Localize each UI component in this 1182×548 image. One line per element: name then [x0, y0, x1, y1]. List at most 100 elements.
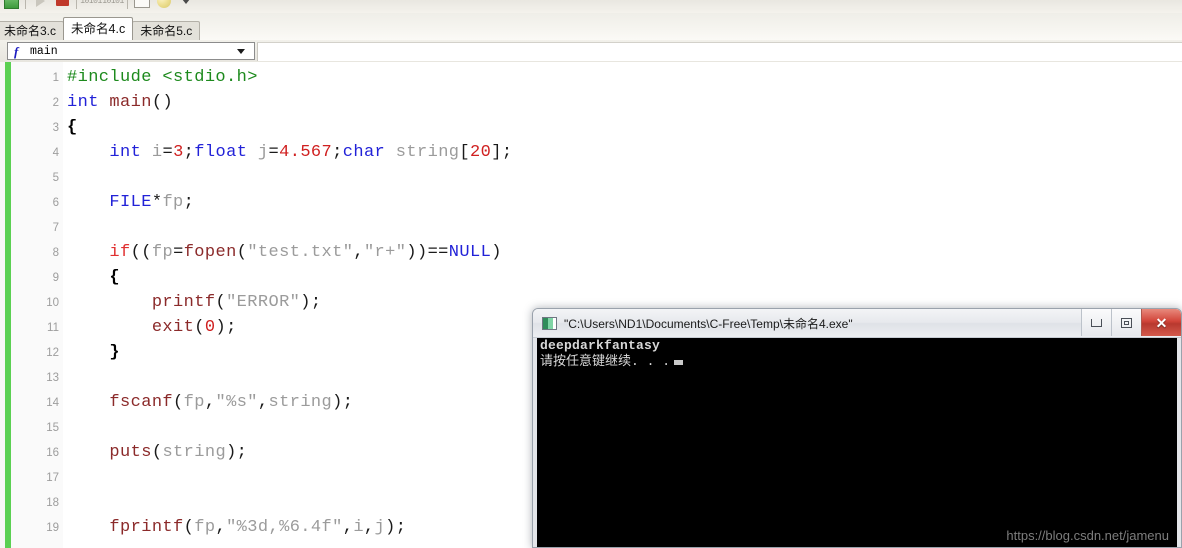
line-number: 18 [46, 496, 59, 509]
code-token: , [353, 243, 364, 262]
close-icon: ✕ [1155, 314, 1168, 331]
code-token: } [109, 343, 121, 362]
code-token: printf [151, 293, 216, 312]
line-content: puts(string); [67, 443, 247, 462]
code-token: ; [183, 193, 195, 212]
save-icon[interactable] [0, 0, 22, 13]
code-token: = [173, 243, 184, 262]
code-token: fp [162, 193, 184, 212]
code-token: * [151, 193, 163, 212]
function-selector-filler [257, 42, 1182, 61]
console-cursor [674, 360, 684, 365]
console-prompt-line: 请按任意键继续. . . [537, 354, 1177, 370]
line-content: exit(0); [67, 318, 237, 337]
line-content: { [67, 118, 78, 137]
code-token: ); [385, 518, 407, 537]
code-token: int [67, 93, 99, 112]
code-token: ))== [406, 243, 449, 262]
code-token: ; [183, 143, 195, 162]
tab-file-3[interactable]: 未命名5.c [132, 21, 201, 40]
stop-icon[interactable] [51, 0, 73, 13]
code-token: j [374, 518, 386, 537]
tab-file-1[interactable]: 未命名3.c [0, 21, 65, 40]
console-output-area: deepdarkfantasy 请按任意键继续. . . https://blo… [537, 338, 1177, 547]
toolbar-separator [124, 0, 131, 13]
code-token: = [268, 143, 280, 162]
code-line: 2 int main() [0, 90, 1182, 115]
binary-step-icon[interactable]: 10101 [102, 0, 124, 13]
line-number: 11 [47, 321, 59, 334]
code-token: main [109, 93, 152, 112]
line-number: 2 [52, 96, 59, 109]
line-content: printf("ERROR"); [67, 293, 322, 312]
function-selector-dropdown[interactable]: f main [7, 42, 255, 60]
code-token: ( [183, 518, 195, 537]
code-token: ) [491, 243, 502, 262]
window-icon[interactable] [131, 0, 153, 13]
line-number: 1 [52, 71, 59, 84]
code-token: ( [194, 318, 205, 337]
console-titlebar[interactable]: "C:\Users\ND1\Documents\C-Free\Temp\未命名4… [533, 309, 1181, 338]
tab-file-2[interactable]: 未命名4.c [63, 17, 134, 40]
help-ball-icon[interactable] [153, 0, 175, 13]
code-token: fp [194, 518, 216, 537]
code-token: NULL [448, 243, 492, 262]
code-token: 3 [173, 143, 184, 162]
code-token: fopen [183, 243, 237, 262]
line-content: fprintf(fp,"%3d,%6.4f",i,j); [67, 518, 406, 537]
maximize-icon [1121, 317, 1132, 328]
line-content: if((fp=fopen("test.txt","r+"))==NULL) [67, 243, 502, 262]
minimize-icon [1091, 318, 1102, 327]
code-token: string [395, 143, 460, 162]
line-content: int main() [67, 93, 173, 112]
code-token: , [257, 393, 269, 412]
line-number: 10 [46, 296, 59, 309]
tab-bar: 未命名3.c 未命名4.c 未命名5.c [0, 13, 1182, 40]
line-number: 8 [52, 246, 59, 259]
code-token: { [109, 268, 121, 287]
line-content: fscanf(fp,"%s",string); [67, 393, 353, 412]
code-line: 7 [0, 215, 1182, 240]
line-number: 15 [46, 421, 59, 434]
code-token: [ [459, 143, 471, 162]
function-icon: f [14, 43, 19, 59]
code-token: if [109, 243, 131, 262]
maximize-button[interactable] [1111, 309, 1141, 336]
close-button[interactable]: ✕ [1141, 309, 1181, 336]
minimize-button[interactable] [1081, 309, 1111, 336]
code-token: FILE [109, 193, 152, 212]
line-number: 6 [52, 196, 59, 209]
line-content: int i=3;float j=4.567;char string[20]; [67, 143, 512, 162]
line-number: 17 [46, 471, 59, 484]
binary-toggle-icon[interactable]: 10101 [80, 0, 102, 13]
tab-strip: 未命名3.c 未命名4.c 未命名5.c [0, 17, 201, 40]
console-title: "C:\Users\ND1\Documents\C-Free\Temp\未命名4… [564, 316, 853, 331]
toolbar: 10101 10101 [0, 0, 1182, 13]
code-token: () [151, 93, 174, 112]
code-token: ); [215, 318, 237, 337]
code-token: char [342, 143, 386, 162]
overflow-caret-icon[interactable] [175, 0, 197, 13]
code-token: j [257, 143, 269, 162]
code-token: string [268, 393, 333, 412]
line-number: 14 [46, 396, 59, 409]
window-controls: ✕ [1081, 309, 1181, 336]
chevron-down-icon[interactable] [237, 48, 245, 54]
code-token: (( [130, 243, 152, 262]
code-token: <stdio.h> [162, 68, 258, 87]
line-number: 4 [52, 146, 59, 159]
binary-step-label: 10101 [102, 0, 124, 6]
code-line: 6 FILE*fp; [0, 190, 1182, 215]
run-icon[interactable] [29, 0, 51, 13]
console-window[interactable]: "C:\Users\ND1\Documents\C-Free\Temp\未命名4… [532, 308, 1182, 548]
